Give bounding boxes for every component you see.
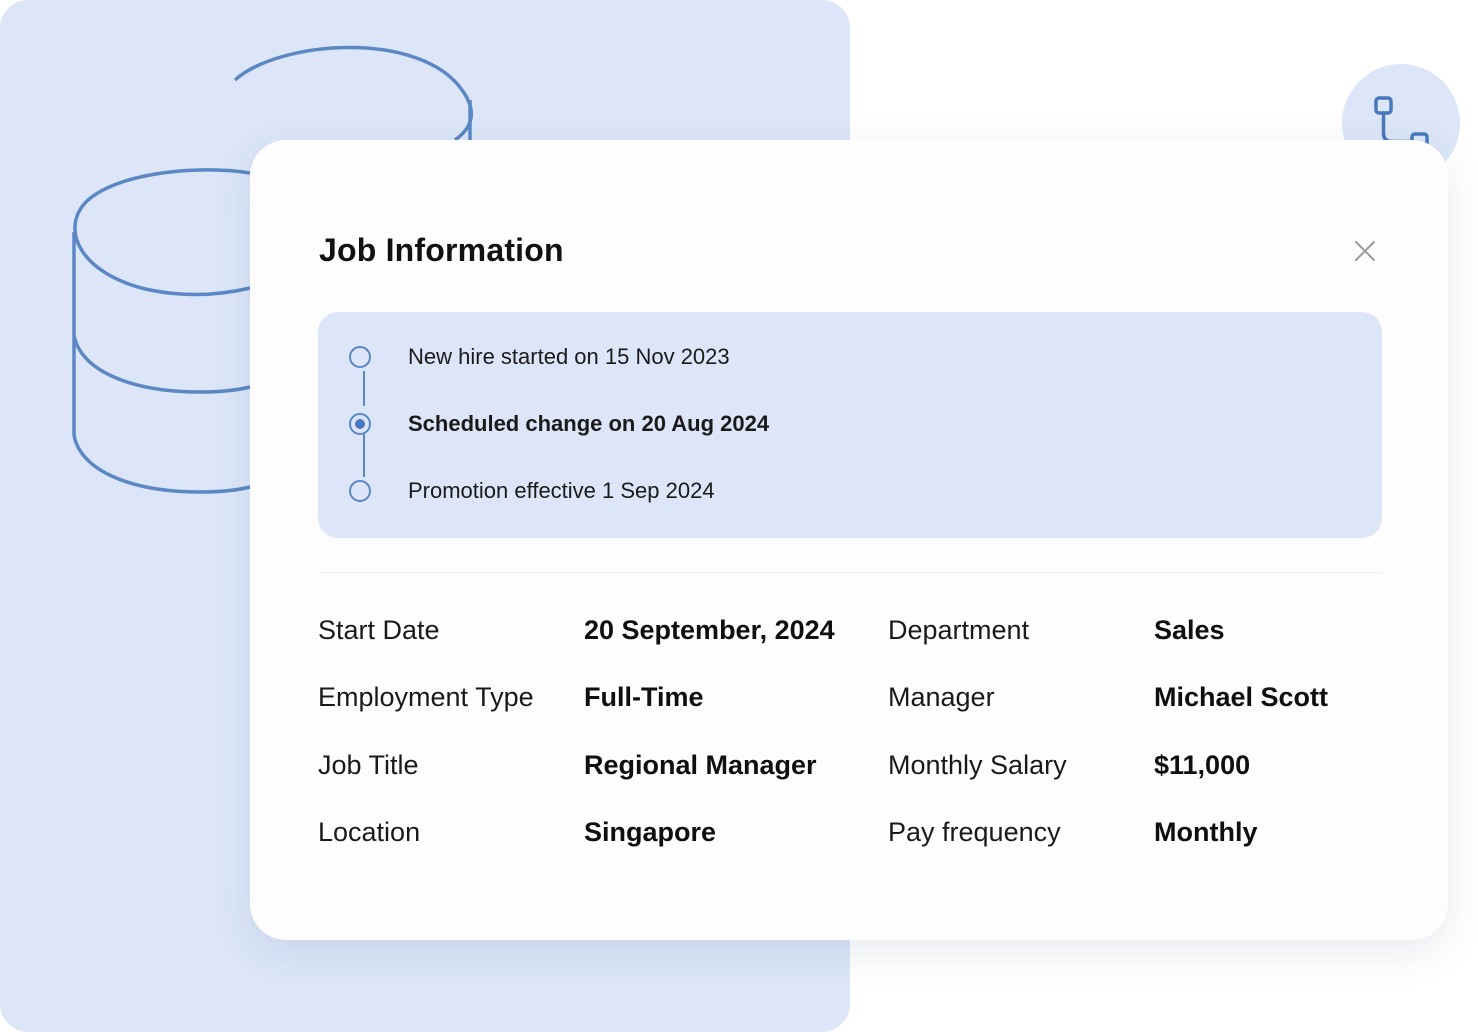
timeline-item-label: New hire started on 15 Nov 2023 <box>408 344 730 369</box>
job-title-label: Job Title <box>318 750 419 780</box>
manager-value: Michael Scott <box>1154 682 1329 712</box>
timeline-item-new-hire[interactable]: New hire started on 15 Nov 2023 <box>349 342 730 372</box>
location-label: Location <box>318 817 421 847</box>
pay-frequency-value: Monthly <box>1154 817 1258 847</box>
timeline-dot <box>349 346 371 368</box>
department-label: Department <box>888 615 1030 645</box>
card-title: Job Information <box>319 232 564 268</box>
monthly-salary-label: Monthly Salary <box>888 750 1067 780</box>
timeline-item-promotion[interactable]: Promotion effective 1 Sep 2024 <box>349 476 715 506</box>
monthly-salary-value: $11,000 <box>1154 750 1251 780</box>
start-date-label: Start Date <box>318 615 440 645</box>
detail-row: Location Singapore Pay frequency Monthly <box>318 812 1398 852</box>
close-button[interactable] <box>1352 238 1378 264</box>
employment-type-value: Full-Time <box>584 682 704 712</box>
detail-row: Employment Type Full-Time Manager Michae… <box>318 677 1398 717</box>
detail-row: Start Date 20 September, 2024 Department… <box>318 610 1398 650</box>
pay-frequency-label: Pay frequency <box>888 817 1061 847</box>
manager-label: Manager <box>888 682 995 712</box>
section-divider <box>318 572 1382 573</box>
close-icon <box>1355 241 1375 261</box>
start-date-value: 20 September, 2024 <box>584 615 835 645</box>
timeline-dot-selected <box>349 413 371 435</box>
change-timeline: New hire started on 15 Nov 2023 Schedule… <box>318 312 1382 538</box>
job-title-value: Regional Manager <box>584 750 817 780</box>
employment-type-label: Employment Type <box>318 682 534 712</box>
timeline-item-scheduled-change[interactable]: Scheduled change on 20 Aug 2024 <box>349 409 769 439</box>
timeline-item-label: Scheduled change on 20 Aug 2024 <box>408 411 770 436</box>
location-value: Singapore <box>584 817 717 847</box>
job-information-card: Job Information New hire started on 15 N… <box>250 140 1448 940</box>
timeline-dot <box>349 480 371 502</box>
department-value: Sales <box>1154 615 1225 645</box>
timeline-item-label: Promotion effective 1 Sep 2024 <box>408 478 715 503</box>
detail-row: Job Title Regional Manager Monthly Salar… <box>318 745 1398 785</box>
